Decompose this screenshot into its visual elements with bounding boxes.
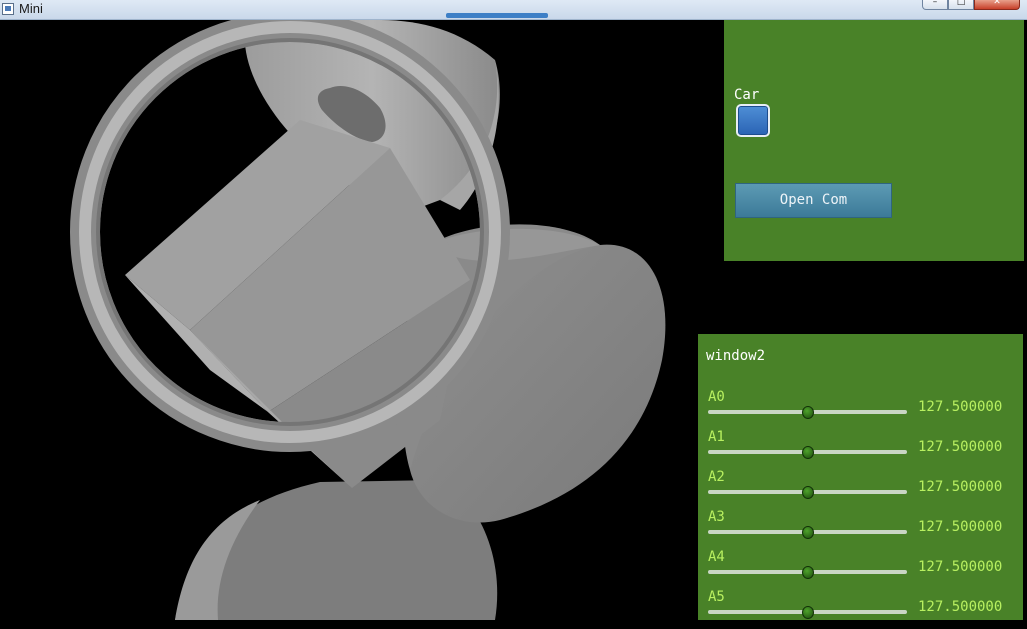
slider-label: A1: [708, 429, 725, 445]
slider-row-a1: A1 127.500000: [698, 429, 1023, 469]
slider-handle[interactable]: [801, 406, 814, 419]
minimize-icon: –: [932, 0, 938, 7]
slider-handle[interactable]: [801, 486, 814, 499]
slider-label: A0: [708, 389, 725, 405]
slider-handle[interactable]: [801, 606, 814, 619]
slider-value: 127.500000: [918, 399, 1003, 415]
slider-label: A3: [708, 509, 725, 525]
slider-row-a0: A0 127.500000: [698, 389, 1023, 429]
minimize-button[interactable]: –: [922, 0, 948, 10]
maximize-icon: □: [956, 0, 966, 7]
car-checkbox-label: Car: [734, 87, 760, 103]
slider-value: 127.500000: [918, 439, 1003, 455]
slider-value: 127.500000: [918, 559, 1003, 575]
window2-panel: window2 A0 127.500000 A1 127.500000 A2 1…: [698, 334, 1023, 620]
slider-row-a3: A3 127.500000: [698, 509, 1023, 549]
slider-label: A2: [708, 469, 725, 485]
slider-handle[interactable]: [801, 566, 814, 579]
car-control-panel: Car Open Com: [724, 20, 1024, 261]
car-checkbox[interactable]: [736, 104, 770, 137]
window-title: Mini: [19, 1, 43, 16]
slider-value: 127.500000: [918, 599, 1003, 615]
slider-handle[interactable]: [801, 446, 814, 459]
close-icon: ✕: [993, 0, 1001, 7]
slider-label: A4: [708, 549, 725, 565]
slider-row-a4: A4 127.500000: [698, 549, 1023, 589]
slider-value: 127.500000: [918, 519, 1003, 535]
window-titlebar[interactable]: Mini – □ ✕: [0, 0, 1027, 20]
open-com-button[interactable]: Open Com: [735, 183, 892, 218]
taskbar-active-indicator: [446, 13, 548, 18]
slider-value: 127.500000: [918, 479, 1003, 495]
slider-handle[interactable]: [801, 526, 814, 539]
window2-title: window2: [706, 348, 766, 364]
maximize-button[interactable]: □: [948, 0, 974, 10]
close-button[interactable]: ✕: [974, 0, 1020, 10]
app-window-icon: [2, 3, 14, 15]
slider-row-a5: A5 127.500000: [698, 589, 1023, 629]
slider-label: A5: [708, 589, 725, 605]
slider-row-a2: A2 127.500000: [698, 469, 1023, 509]
